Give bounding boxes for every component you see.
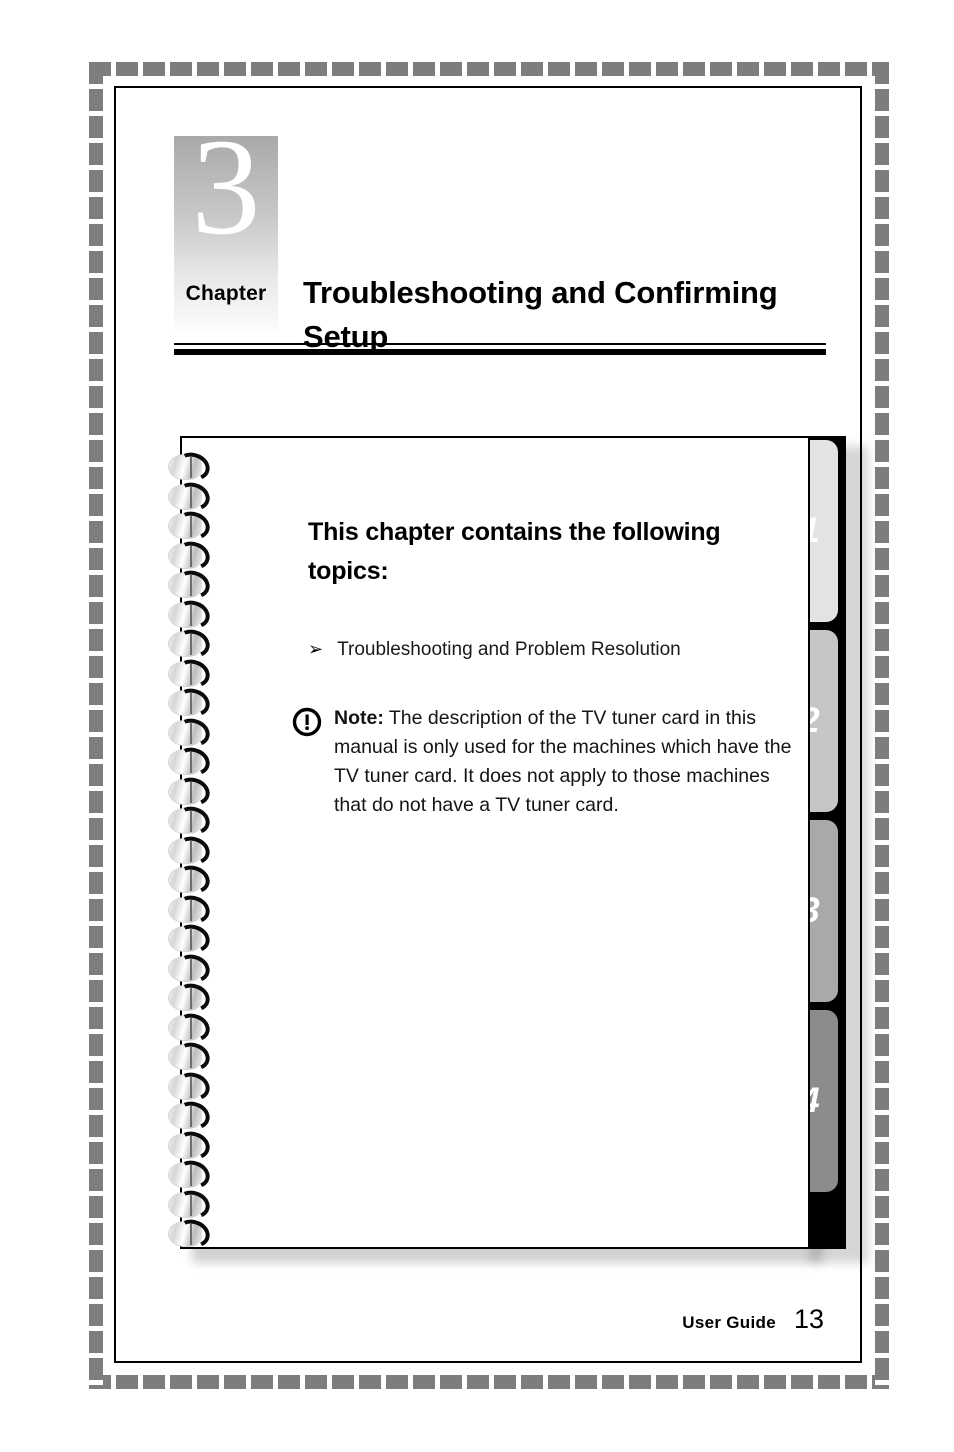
spiral-coil — [168, 979, 220, 1016]
spiral-coil — [168, 684, 220, 721]
chapter-label: Chapter — [185, 282, 267, 305]
spiral-coil — [168, 507, 220, 544]
spiral-coil — [168, 890, 220, 928]
spiral-coil — [168, 536, 220, 574]
chapter-number: 3 — [191, 110, 261, 263]
spiral-coil — [168, 625, 220, 662]
title-rule-thin — [174, 343, 826, 345]
spiral-coil — [168, 1156, 220, 1193]
note-description: The description of the TV tuner card in … — [334, 707, 792, 816]
spiral-coil — [168, 1126, 220, 1164]
spiral-coil — [168, 654, 220, 692]
arrow-bullet-icon: ➢ — [308, 639, 324, 659]
page-footer: User Guide 13 — [682, 1304, 824, 1335]
border-dash-bottom — [89, 1375, 889, 1389]
spiral-coil — [168, 1008, 220, 1046]
page-title: Troubleshooting and Confirming Setup — [303, 274, 778, 354]
spiral-coil — [168, 1067, 220, 1105]
note-block: Note: The description of the TV tuner ca… — [292, 704, 792, 819]
spiral-coil — [168, 448, 220, 485]
spiral-coil — [168, 772, 220, 810]
spiral-coil — [168, 861, 220, 898]
border-dash-top — [89, 62, 889, 76]
spiral-coil — [168, 920, 220, 957]
spiral-coil — [168, 595, 220, 633]
spiral-coil — [168, 566, 220, 603]
spiral-coil — [168, 1038, 220, 1075]
border-dash-right — [875, 62, 889, 1389]
footer-guide-label: User Guide — [682, 1313, 776, 1332]
title-rule-thick — [174, 349, 826, 355]
spiral-coil — [168, 949, 220, 987]
note-text: Note: The description of the TV tuner ca… — [334, 704, 792, 819]
spiral-coil — [168, 831, 220, 869]
page-number: 13 — [793, 1304, 824, 1334]
topic-label: Troubleshooting and Problem Resolution — [337, 639, 681, 660]
spiral-coil — [168, 802, 220, 839]
spiral-coil — [168, 1215, 220, 1252]
exclamation-circle-icon — [292, 707, 322, 737]
topic-list-item: ➢ Troubleshooting and Problem Resolution — [308, 637, 778, 663]
border-dash-left — [89, 62, 103, 1389]
content-card: This chapter contains the following topi… — [180, 436, 810, 1249]
spiral-coil — [168, 743, 220, 780]
spiral-coil — [168, 477, 220, 515]
spiral-coil — [168, 1097, 220, 1134]
spiral-coil — [168, 1185, 220, 1223]
spiral-coil — [168, 713, 220, 751]
topics-heading: This chapter contains the following topi… — [308, 518, 721, 585]
spiral-binding — [168, 448, 228, 1253]
chapter-badge: 3 Chapter — [174, 118, 278, 332]
note-label: Note: — [334, 707, 384, 729]
page-content: 3 Chapter Troubleshooting and Confirming… — [114, 86, 868, 1363]
